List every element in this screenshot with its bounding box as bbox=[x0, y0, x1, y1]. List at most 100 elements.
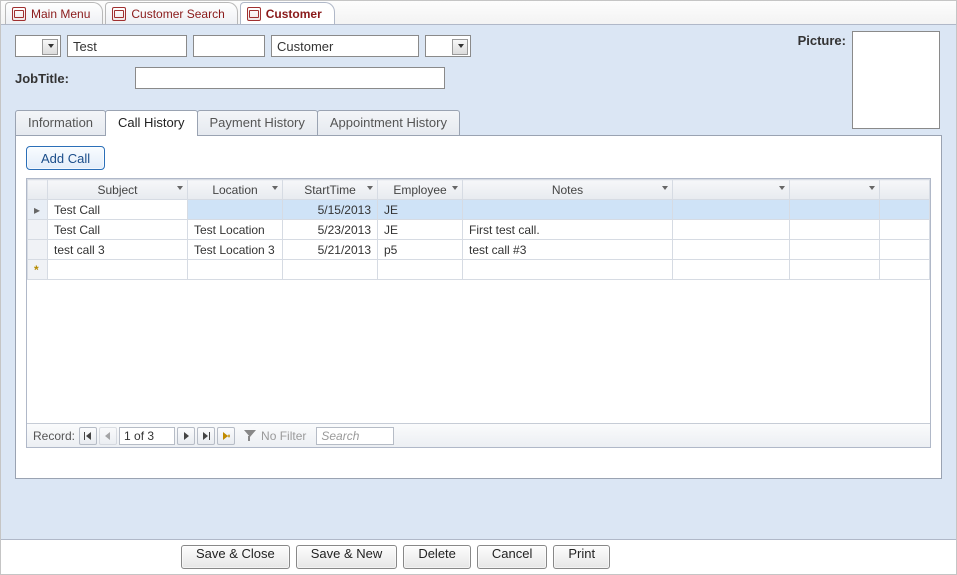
chevron-down-icon[interactable] bbox=[662, 186, 668, 190]
title-combo[interactable] bbox=[15, 35, 61, 57]
row-selector-new[interactable]: * bbox=[28, 260, 48, 280]
table-row-new[interactable]: * bbox=[28, 260, 930, 280]
inner-tab-label: Call History bbox=[118, 115, 184, 130]
record-counter[interactable]: 1 of 3 bbox=[119, 427, 175, 445]
cell-spare[interactable] bbox=[880, 200, 930, 220]
window-tab-customer-search[interactable]: Customer Search bbox=[105, 2, 237, 24]
chevron-down-icon[interactable] bbox=[869, 186, 875, 190]
cell-employee[interactable]: JE bbox=[378, 220, 463, 240]
col-starttime[interactable]: StartTime bbox=[283, 180, 378, 200]
cell-empty[interactable] bbox=[880, 260, 930, 280]
col-label: Location bbox=[212, 183, 257, 197]
cell-employee[interactable]: JE bbox=[378, 200, 463, 220]
tab-call-history[interactable]: Call History bbox=[105, 110, 197, 136]
filter-status[interactable]: No Filter bbox=[261, 429, 306, 443]
save-close-button[interactable]: Save & Close bbox=[181, 545, 290, 569]
col-subject[interactable]: Subject bbox=[48, 180, 188, 200]
cell-spare[interactable] bbox=[673, 200, 790, 220]
tab-payment-history[interactable]: Payment History bbox=[197, 110, 318, 136]
last-name-field[interactable]: Customer bbox=[271, 35, 419, 57]
col-notes[interactable]: Notes bbox=[463, 180, 673, 200]
table-row[interactable]: test call 3 Test Location 3 5/21/2013 p5… bbox=[28, 240, 930, 260]
delete-button[interactable]: Delete bbox=[403, 545, 471, 569]
button-label: Delete bbox=[418, 546, 456, 561]
cell-location[interactable] bbox=[188, 200, 283, 220]
button-label: Cancel bbox=[492, 546, 532, 561]
tab-information[interactable]: Information bbox=[15, 110, 106, 136]
chevron-down-icon[interactable] bbox=[779, 186, 785, 190]
cell-empty[interactable] bbox=[283, 260, 378, 280]
chevron-down-icon[interactable] bbox=[272, 186, 278, 190]
col-label: Notes bbox=[552, 183, 583, 197]
col-employee[interactable]: Employee bbox=[378, 180, 463, 200]
middle-name-field[interactable] bbox=[193, 35, 265, 57]
form-action-bar: Save & Close Save & New Delete Cancel Pr… bbox=[1, 540, 956, 574]
cell-spare[interactable] bbox=[880, 240, 930, 260]
first-name-field[interactable]: Test bbox=[67, 35, 187, 57]
print-button[interactable]: Print bbox=[553, 545, 610, 569]
cell-subject[interactable]: Test Call bbox=[48, 220, 188, 240]
nav-first-button[interactable] bbox=[79, 427, 97, 445]
record-navigator: Record: 1 of 3 No Filter Search bbox=[27, 423, 930, 447]
cancel-button[interactable]: Cancel bbox=[477, 545, 547, 569]
row-selector[interactable] bbox=[28, 220, 48, 240]
tab-appointment-history[interactable]: Appointment History bbox=[317, 110, 460, 136]
table-row[interactable]: ▸ Test Call 5/15/2013 JE bbox=[28, 200, 930, 220]
cell-empty[interactable] bbox=[463, 260, 673, 280]
col-spare-3[interactable] bbox=[880, 180, 930, 200]
cell-notes[interactable]: First test call. bbox=[463, 220, 673, 240]
cell-notes[interactable]: test call #3 bbox=[463, 240, 673, 260]
job-title-field[interactable] bbox=[135, 67, 445, 89]
cell-spare[interactable] bbox=[790, 200, 880, 220]
row-selector[interactable] bbox=[28, 240, 48, 260]
cell-empty[interactable] bbox=[48, 260, 188, 280]
chevron-down-icon[interactable] bbox=[177, 186, 183, 190]
app-window: Main Menu Customer Search Customer Test … bbox=[0, 0, 957, 575]
select-all-corner[interactable] bbox=[28, 180, 48, 200]
cell-empty[interactable] bbox=[188, 260, 283, 280]
cell-spare[interactable] bbox=[790, 220, 880, 240]
nav-next-button[interactable] bbox=[177, 427, 195, 445]
col-spare-1[interactable] bbox=[673, 180, 790, 200]
col-label: Employee bbox=[393, 183, 446, 197]
chevron-down-icon[interactable] bbox=[452, 186, 458, 190]
nav-new-button[interactable] bbox=[217, 427, 235, 445]
job-title-label: JobTitle: bbox=[15, 71, 135, 86]
call-grid[interactable]: Subject Location StartTime Employee Note… bbox=[27, 179, 930, 280]
cell-spare[interactable] bbox=[673, 240, 790, 260]
col-spare-2[interactable] bbox=[790, 180, 880, 200]
picture-box[interactable] bbox=[852, 31, 940, 129]
grid-search-input[interactable]: Search bbox=[316, 427, 394, 445]
cell-start[interactable]: 5/15/2013 bbox=[283, 200, 378, 220]
window-tab-label: Customer bbox=[266, 7, 322, 21]
table-row[interactable]: Test Call Test Location 5/23/2013 JE Fir… bbox=[28, 220, 930, 240]
grid-body: ▸ Test Call 5/15/2013 JE Test Call Test … bbox=[28, 200, 930, 280]
inner-tab-label: Payment History bbox=[210, 115, 305, 130]
cell-notes[interactable] bbox=[463, 200, 673, 220]
cell-subject[interactable]: test call 3 bbox=[48, 240, 188, 260]
chevron-down-icon[interactable] bbox=[367, 186, 373, 190]
cell-spare[interactable] bbox=[880, 220, 930, 240]
cell-subject[interactable]: Test Call bbox=[48, 200, 188, 220]
nav-last-button[interactable] bbox=[197, 427, 215, 445]
cell-start[interactable]: 5/23/2013 bbox=[283, 220, 378, 240]
cell-spare[interactable] bbox=[790, 240, 880, 260]
cell-location[interactable]: Test Location 3 bbox=[188, 240, 283, 260]
col-location[interactable]: Location bbox=[188, 180, 283, 200]
cell-start[interactable]: 5/21/2013 bbox=[283, 240, 378, 260]
filter-icon bbox=[243, 429, 257, 443]
cell-location[interactable]: Test Location bbox=[188, 220, 283, 240]
cell-empty[interactable] bbox=[378, 260, 463, 280]
cell-employee[interactable]: p5 bbox=[378, 240, 463, 260]
window-tab-main-menu[interactable]: Main Menu bbox=[5, 2, 103, 24]
row-selector-current[interactable]: ▸ bbox=[28, 200, 48, 220]
add-call-button[interactable]: Add Call bbox=[26, 146, 105, 170]
cell-empty[interactable] bbox=[790, 260, 880, 280]
cell-spare[interactable] bbox=[673, 220, 790, 240]
window-tab-customer[interactable]: Customer bbox=[240, 2, 335, 24]
suffix-combo[interactable] bbox=[425, 35, 471, 57]
nav-prev-button[interactable] bbox=[99, 427, 117, 445]
button-label: Save & Close bbox=[196, 546, 275, 561]
cell-empty[interactable] bbox=[673, 260, 790, 280]
save-new-button[interactable]: Save & New bbox=[296, 545, 398, 569]
